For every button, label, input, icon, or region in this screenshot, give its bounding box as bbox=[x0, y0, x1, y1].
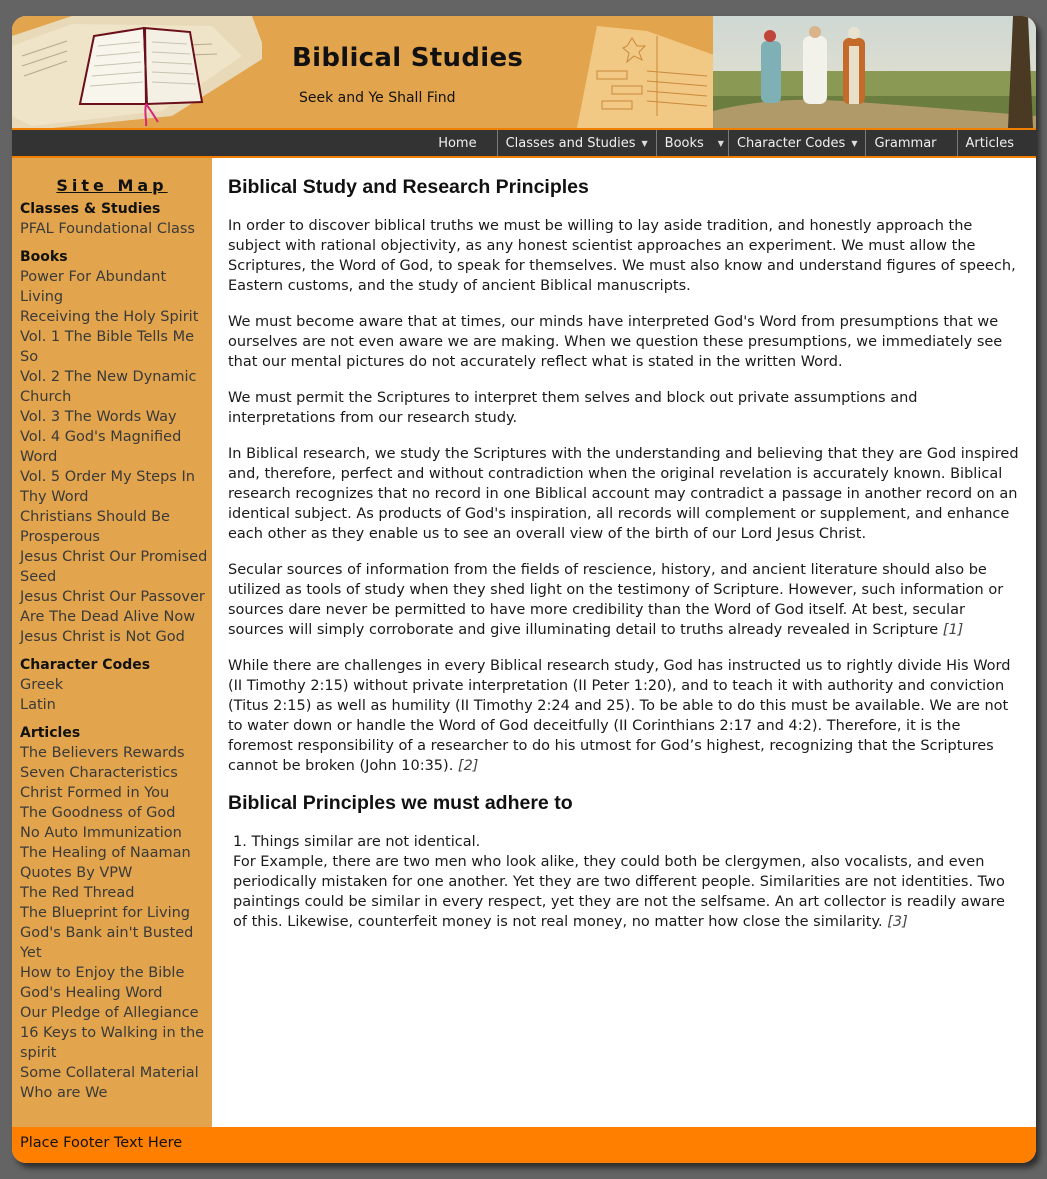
section-heading: Biblical Principles we must adhere to bbox=[228, 792, 573, 814]
paragraph: In Biblical research, we study the Scrip… bbox=[228, 444, 1022, 544]
sidebar-link[interactable]: Vol. 1 The Bible Tells Me So bbox=[20, 327, 212, 367]
sidebar-link[interactable]: Receiving the Holy Spirit bbox=[20, 307, 212, 327]
sidebar-link[interactable]: Who are We bbox=[20, 1083, 212, 1103]
nav-home[interactable]: Home bbox=[438, 130, 496, 156]
page-container: Biblical Studies Seek and Ye Shall Find … bbox=[12, 16, 1036, 1163]
sidebar-link[interactable]: Jesus Christ is Not God bbox=[20, 627, 212, 647]
sidebar-link[interactable]: Christians Should Be Prosperous bbox=[20, 507, 212, 547]
sidebar-link[interactable]: Vol. 2 The New Dynamic Church bbox=[20, 367, 212, 407]
nav-articles[interactable]: Articles bbox=[956, 130, 1036, 156]
paragraph: Secular sources of information from the … bbox=[228, 560, 1022, 640]
nav-books[interactable]: Books ▼ bbox=[655, 130, 728, 156]
site-header: Biblical Studies Seek and Ye Shall Find bbox=[12, 16, 1036, 128]
site-tagline: Seek and Ye Shall Find bbox=[299, 90, 456, 106]
nav-classes-label: Classes and Studies bbox=[505, 135, 636, 151]
sidebar-link[interactable]: Latin bbox=[20, 695, 212, 715]
nav-articles-label: Articles bbox=[965, 135, 1014, 151]
sidebar-group-articles: Articles The Believers Rewards Seven Cha… bbox=[20, 723, 212, 1103]
genealogy-chart-image bbox=[577, 26, 717, 128]
sidebar-link[interactable]: The Believers Rewards bbox=[20, 743, 212, 763]
sidebar-link[interactable]: The Healing of Naaman bbox=[20, 843, 212, 863]
principle-title: 1. Things similar are not identical. bbox=[233, 834, 481, 850]
nav-grammar[interactable]: Grammar bbox=[865, 130, 956, 156]
paragraph-text: In order to discover biblical truths we … bbox=[228, 218, 1016, 294]
sidebar-link[interactable]: The Goodness of God bbox=[20, 803, 212, 823]
principle-item: 1. Things similar are not identical. For… bbox=[228, 832, 1022, 932]
sidebar-link[interactable]: Jesus Christ Our Promised Seed bbox=[20, 547, 212, 587]
main-content: Biblical Study and Research Principles I… bbox=[212, 158, 1036, 1127]
principle-text: For Example, there are two men who look … bbox=[233, 852, 1022, 932]
sidebar-link[interactable]: Jesus Christ Our Passover bbox=[20, 587, 212, 607]
sidebar-link[interactable]: Vol. 3 The Words Way bbox=[20, 407, 212, 427]
footer-text: Place Footer Text Here bbox=[20, 1135, 183, 1151]
footnote-reference-1[interactable]: [1] bbox=[943, 622, 964, 638]
sidebar-link[interactable]: Some Collateral Material bbox=[20, 1063, 212, 1083]
sidebar-heading: Character Codes bbox=[20, 657, 151, 673]
caret-down-icon: ▼ bbox=[851, 138, 858, 148]
sidebar-group-classes: Classes & Studies PFAL Foundational Clas… bbox=[20, 199, 212, 239]
sidebar-group-character-codes: Character Codes Greek Latin bbox=[20, 655, 212, 715]
page-title: Biblical Study and Research Principles bbox=[228, 176, 589, 198]
sidebar-link[interactable]: 16 Keys to Walking in the spirit bbox=[20, 1023, 212, 1063]
road-to-emmaus-painting bbox=[713, 16, 1036, 128]
sidebar-link[interactable]: Are The Dead Alive Now bbox=[20, 607, 212, 627]
caret-down-icon: ▼ bbox=[717, 138, 724, 148]
sidebar-link[interactable]: PFAL Foundational Class bbox=[20, 219, 212, 239]
nav-character-codes-label: Character Codes bbox=[736, 135, 846, 151]
sidebar-link[interactable]: The Red Thread bbox=[20, 883, 212, 903]
open-bible-image bbox=[12, 16, 262, 128]
paragraph-text: We must permit the Scriptures to interpr… bbox=[228, 390, 918, 426]
site-title: Biblical Studies bbox=[292, 43, 524, 73]
sidebar-link[interactable]: Power For Abundant Living bbox=[20, 267, 212, 307]
paragraph-text: We must become aware that at times, our … bbox=[228, 314, 1003, 370]
footnote-reference-2[interactable]: [2] bbox=[458, 758, 479, 774]
sidebar-site-map: Site Map Classes & Studies PFAL Foundati… bbox=[12, 158, 212, 1127]
sidebar-group-books: Books Power For Abundant Living Receivin… bbox=[20, 247, 212, 647]
nav-character-codes[interactable]: Character Codes ▼ bbox=[727, 130, 866, 156]
site-footer: Place Footer Text Here bbox=[12, 1127, 1036, 1163]
sidebar-link[interactable]: Vol. 4 God's Magnified Word bbox=[20, 427, 212, 467]
paragraph: While there are challenges in every Bibl… bbox=[228, 656, 1022, 776]
sidebar-link[interactable]: The Blueprint for Living bbox=[20, 903, 212, 923]
nav-books-label: Books bbox=[664, 135, 704, 151]
sidebar-link[interactable]: Vol. 5 Order My Steps In Thy Word bbox=[20, 467, 212, 507]
sidebar-link[interactable]: No Auto Immunization bbox=[20, 823, 212, 843]
sidebar-link[interactable]: How to Enjoy the Bible bbox=[20, 963, 212, 983]
footnote-reference-3[interactable]: [3] bbox=[887, 914, 908, 930]
site-map-title: Site Map bbox=[56, 176, 168, 195]
paragraph: We must become aware that at times, our … bbox=[228, 312, 1022, 372]
caret-down-icon: ▼ bbox=[641, 138, 648, 148]
sidebar-link[interactable]: God's Bank ain't Busted Yet bbox=[20, 923, 212, 963]
nav-classes-and-studies[interactable]: Classes and Studies ▼ bbox=[496, 130, 656, 156]
sidebar-link[interactable]: Greek bbox=[20, 675, 212, 695]
sidebar-heading: Classes & Studies bbox=[20, 201, 161, 217]
sidebar-link[interactable]: Quotes By VPW bbox=[20, 863, 212, 883]
paragraph: We must permit the Scriptures to interpr… bbox=[228, 388, 1022, 428]
nav-home-label: Home bbox=[438, 135, 477, 151]
sidebar-link[interactable]: Our Pledge of Allegiance bbox=[20, 1003, 212, 1023]
sidebar-heading: Books bbox=[20, 249, 68, 265]
paragraph-text: In Biblical research, we study the Scrip… bbox=[228, 446, 1019, 542]
sidebar-heading: Articles bbox=[20, 725, 81, 741]
sidebar-link[interactable]: God's Healing Word bbox=[20, 983, 212, 1003]
main-navigation: Home Classes and Studies ▼ Books ▼ Chara… bbox=[12, 128, 1036, 158]
paragraph-text: Secular sources of information from the … bbox=[228, 562, 1004, 638]
sidebar-link[interactable]: Seven Characteristics bbox=[20, 763, 212, 783]
paragraph: In order to discover biblical truths we … bbox=[228, 216, 1022, 296]
nav-grammar-label: Grammar bbox=[874, 135, 937, 151]
sidebar-link[interactable]: Christ Formed in You bbox=[20, 783, 212, 803]
paragraph-text: While there are challenges in every Bibl… bbox=[228, 658, 1011, 774]
